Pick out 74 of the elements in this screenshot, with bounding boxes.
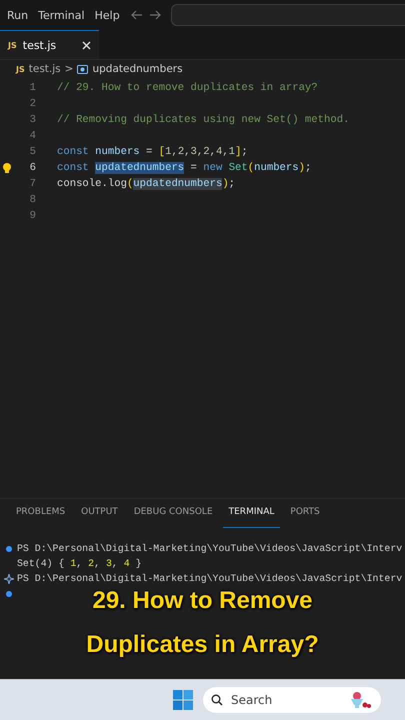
terminal-text: } — [134, 558, 142, 569]
terminal-text: 1 — [70, 558, 76, 569]
code-token: ] — [235, 146, 242, 158]
breadcrumb-item[interactable]: updatednumbers — [92, 63, 183, 75]
panel-tab[interactable]: OUTPUT — [75, 507, 124, 528]
taskbar-search-box[interactable]: Search — [203, 687, 381, 713]
panel-tab[interactable]: PROBLEMS — [10, 507, 72, 528]
line-number: 3 — [28, 114, 36, 126]
code-token: 1,2,3,2,4,1 — [165, 146, 236, 158]
code-token: updatednumbers — [95, 162, 184, 174]
line-number: 8 — [28, 194, 36, 206]
windows-logo-icon[interactable] — [173, 690, 193, 710]
terminal-text: 3 — [106, 558, 112, 569]
terminal-text: PS D:\Personal\Digital-Marketing\YouTube\Videos\JavaScript\Interv — [17, 543, 402, 554]
tab-label: test.js — [22, 38, 58, 52]
terminal-text: PS D:\Personal\Digital-Marketing\YouTube\Videos\JavaScript\Interv — [17, 573, 402, 584]
code-token: // 29. How to remove duplicates in array? — [57, 82, 318, 94]
code-token: ) — [298, 162, 305, 174]
terminal-text: 4 — [124, 558, 130, 569]
code-token: ( — [126, 178, 134, 190]
sparkle-icon — [4, 574, 14, 584]
line-number: 9 — [28, 210, 36, 222]
line-number: 4 — [28, 130, 36, 142]
editor-tab[interactable]: JS test.js — [0, 30, 99, 59]
panel-tab[interactable]: PORTS — [284, 507, 326, 528]
code-token: ; — [241, 146, 248, 158]
line-number: 5 — [28, 146, 36, 158]
file-type-label: JS — [8, 40, 17, 50]
status-dot-icon — [6, 590, 12, 596]
caption-text: Duplicates in Array? — [86, 631, 319, 659]
caption-text: 29. How to Remove — [92, 587, 313, 615]
close-icon[interactable] — [82, 40, 91, 50]
taskbar-search-field[interactable]: Search — [229, 692, 343, 708]
code-token: // Removing duplicates using new Set() method. — [57, 114, 350, 126]
terminal-text: , — [94, 558, 102, 569]
terminal-text: , — [76, 558, 84, 569]
terminal-text: 2 — [88, 558, 94, 569]
code-token: ; — [305, 162, 312, 174]
code-token: ( — [248, 162, 254, 174]
file-type-label: JS — [16, 64, 25, 74]
code-token: [ — [158, 146, 166, 158]
code-token: = — [145, 146, 154, 158]
lightbulb-icon[interactable] — [2, 162, 12, 174]
panel-tab[interactable]: DEBUG CONSOLE — [128, 507, 219, 528]
variable-icon — [77, 64, 88, 74]
code-token: = — [190, 162, 198, 174]
terminal-text: Set(4) { — [17, 558, 66, 569]
search-icon — [211, 694, 223, 706]
breadcrumb-item[interactable]: test.js — [28, 63, 61, 75]
line-number: 2 — [28, 98, 36, 110]
line-number: 1 — [28, 82, 36, 94]
line-number: 7 — [28, 178, 36, 190]
code-token: updatednumbers — [133, 178, 222, 190]
breadcrumb-separator: > — [64, 63, 74, 75]
forward-arrow-icon[interactable] — [148, 10, 161, 20]
status-dot-icon — [6, 546, 12, 552]
menu-item[interactable]: Run — [2, 8, 34, 22]
code-token: ) — [222, 178, 229, 190]
dessert-icon — [349, 691, 371, 709]
command-search-field[interactable] — [170, 4, 405, 26]
code-token: ; — [228, 178, 236, 190]
code-token: numbers — [254, 162, 299, 174]
code-token: new — [203, 162, 224, 174]
panel-tab[interactable]: TERMINAL — [222, 507, 280, 528]
code-token: console.log — [57, 178, 127, 190]
menu-item[interactable]: Help — [90, 8, 125, 22]
terminal-text: , — [112, 558, 119, 569]
code-token: Set — [228, 162, 248, 174]
code-token: numbers — [95, 146, 140, 158]
back-arrow-icon[interactable] — [130, 10, 143, 20]
line-number: 6 — [28, 162, 36, 174]
code-token: const — [57, 162, 90, 174]
code-token: const — [57, 146, 90, 158]
menu-item[interactable]: Terminal — [33, 8, 90, 22]
